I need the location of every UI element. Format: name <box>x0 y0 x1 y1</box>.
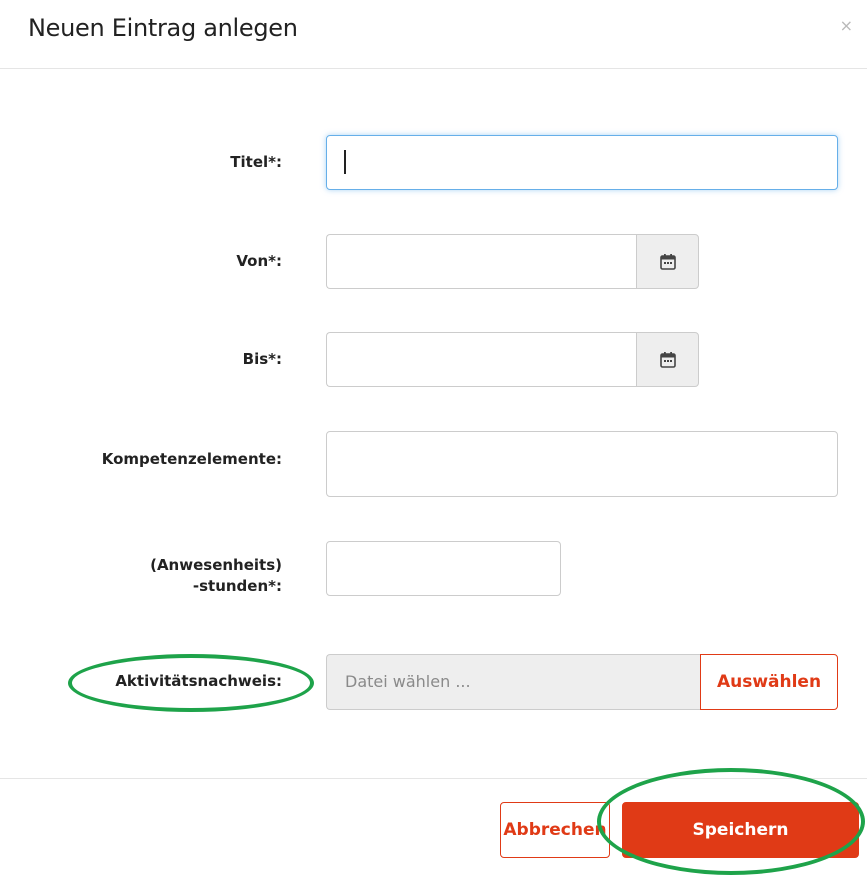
stunden-label-line1: (Anwesenheits) <box>150 556 282 574</box>
von-date-group <box>326 234 699 289</box>
bis-date-group <box>326 332 699 387</box>
file-display[interactable]: Datei wählen ... <box>326 654 701 710</box>
titel-input[interactable] <box>326 135 838 190</box>
choose-file-button[interactable]: Auswählen <box>700 654 838 710</box>
cancel-button[interactable]: Abbrechen <box>500 802 610 858</box>
titel-label: Titel*: <box>230 153 282 171</box>
calendar-icon <box>659 351 676 368</box>
footer-divider <box>0 778 867 779</box>
von-calendar-button[interactable] <box>636 234 699 289</box>
stunden-label-line2: -stunden*: <box>192 577 282 595</box>
close-icon[interactable]: × <box>840 18 853 34</box>
dialog-header: Neuen Eintrag anlegen × <box>0 0 867 69</box>
calendar-icon <box>659 253 676 270</box>
aktivitaet-label: Aktivitätsnachweis: <box>115 672 282 690</box>
stunden-label: (Anwesenheits) -stunden*: <box>150 555 282 597</box>
text-caret <box>344 150 346 174</box>
kompetenz-input[interactable] <box>326 431 838 497</box>
save-button[interactable]: Speichern <box>622 802 859 858</box>
dialog-title: Neuen Eintrag anlegen <box>28 14 298 42</box>
kompetenz-label: Kompetenzelemente: <box>101 450 282 468</box>
bis-label: Bis*: <box>242 350 282 368</box>
von-label: Von*: <box>236 252 282 270</box>
bis-calendar-button[interactable] <box>636 332 699 387</box>
stunden-input[interactable] <box>326 541 561 596</box>
bis-date-input[interactable] <box>326 332 637 387</box>
new-entry-dialog: Neuen Eintrag anlegen × Titel*: Von*: Bi… <box>0 0 867 875</box>
file-chooser: Datei wählen ... Auswählen <box>326 654 838 710</box>
von-date-input[interactable] <box>326 234 637 289</box>
